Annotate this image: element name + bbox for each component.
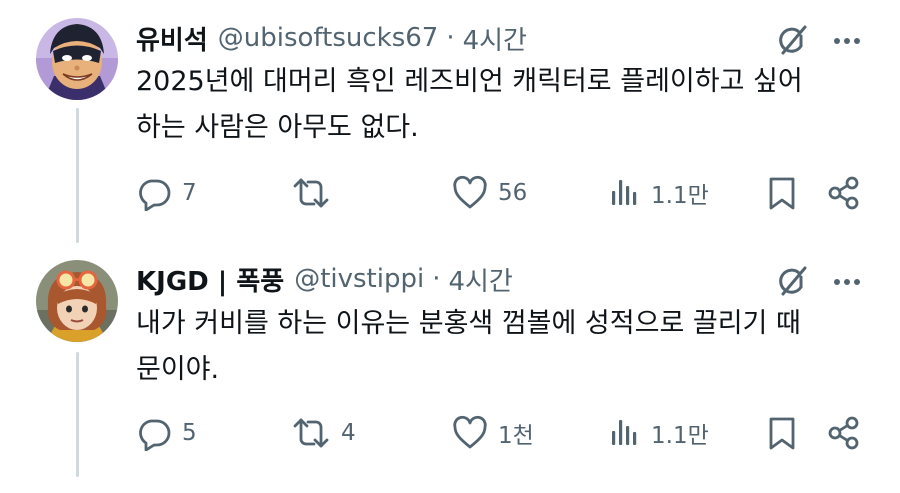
bookmark-icon (766, 175, 798, 211)
heart-icon (452, 415, 488, 451)
more-icon[interactable] (832, 26, 862, 56)
views-count: 1.1만 (651, 423, 709, 449)
tweet-text-line: 하는 사람은 아무도 없다. (136, 112, 419, 143)
timestamp[interactable]: 4시간 (448, 261, 512, 298)
tweet-header: 유비석 @ubisoftsucks67 · 4시간 (136, 18, 527, 58)
repost-button[interactable] (291, 173, 341, 213)
like-count: 1천 (498, 423, 534, 449)
repost-icon (291, 175, 331, 211)
thread-line (76, 352, 79, 477)
views-chart-icon (609, 175, 641, 211)
views-button[interactable]: 1.1만 (609, 413, 709, 453)
reply-icon (136, 175, 172, 211)
thread-line (76, 108, 79, 243)
reply-button[interactable]: 7 (136, 173, 197, 213)
share-icon (826, 175, 862, 211)
timestamp[interactable]: 4시간 (463, 20, 527, 57)
reply-count: 5 (182, 420, 197, 446)
display-name[interactable]: 유비석 (136, 20, 208, 57)
reply-button[interactable]: 5 (136, 413, 197, 453)
action-bar: 5 4 1천 1.1만 (136, 413, 876, 453)
reply-icon (136, 415, 172, 451)
heart-icon (452, 175, 488, 211)
action-bar: 7 56 1.1만 (136, 173, 876, 213)
share-icon (826, 415, 862, 451)
user-handle[interactable]: @ubisoftsucks67 (218, 23, 439, 53)
bookmark-button[interactable] (766, 413, 798, 453)
display-name[interactable]: KJGD | 폭풍 (136, 261, 284, 298)
tweet-text-line: 내가 커비를 하는 이유는 분홍색 껌볼에 성적으로 끌리기 때 (136, 308, 801, 339)
repost-icon (291, 415, 331, 451)
like-count: 56 (498, 180, 528, 206)
tweet-header: KJGD | 폭풍 @tivstippi · 4시간 (136, 259, 513, 299)
tweet-text: 2025년에 대머리 흑인 레즈비언 캐릭터로 플레이하고 싶어 하는 사람은 … (136, 59, 866, 151)
views-button[interactable]: 1.1만 (609, 173, 709, 213)
avatar[interactable] (36, 18, 118, 100)
views-chart-icon (609, 415, 641, 451)
like-button[interactable]: 56 (452, 173, 527, 213)
reply-count: 7 (182, 180, 197, 206)
tweet-text-line: 2025년에 대머리 흑인 레즈비언 캐릭터로 플레이하고 싶어 (136, 66, 803, 97)
user-handle[interactable]: @tivstippi (294, 264, 424, 294)
grok-icon[interactable] (774, 22, 810, 58)
grok-icon[interactable] (774, 263, 810, 299)
more-icon[interactable] (832, 267, 862, 297)
share-button[interactable] (826, 173, 862, 213)
avatar[interactable] (36, 260, 118, 342)
bookmark-button[interactable] (766, 173, 798, 213)
tweet-text-line: 문이야. (136, 354, 220, 385)
separator: · (446, 23, 455, 53)
separator: · (432, 264, 441, 294)
repost-count: 4 (341, 420, 356, 446)
views-count: 1.1만 (651, 183, 709, 209)
bookmark-icon (766, 415, 798, 451)
like-button[interactable]: 1천 (452, 413, 534, 453)
repost-button[interactable]: 4 (291, 413, 356, 453)
share-button[interactable] (826, 413, 862, 453)
tweet-text: 내가 커비를 하는 이유는 분홍색 껌볼에 성적으로 끌리기 때 문이야. (136, 301, 866, 393)
